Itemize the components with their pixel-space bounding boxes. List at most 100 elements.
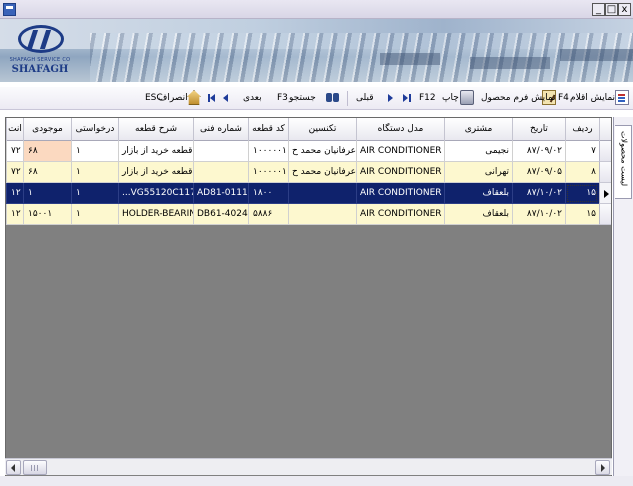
column-header-date[interactable]: تاریخ [512,118,565,141]
column-header-part-code[interactable]: کد قطعه [248,118,288,141]
cell-part-code[interactable]: ۱۰۰۰۰۰۱ [248,162,288,183]
table-row[interactable]: ۸ ۸۷/۰۹/۰۵ تهرانی AIR CONDITIONER - ... … [6,162,611,183]
print-button[interactable]: چاپ [442,91,459,106]
column-header-technical-number[interactable]: شماره فنی [193,118,248,141]
header-banner: SHAFAGH SERVICE CO SHAFAGH [0,19,633,82]
column-header-requested[interactable]: درخواستی [71,118,118,141]
cell-technician[interactable] [288,204,356,225]
logo-subtext: SHAFAGH SERVICE CO [9,57,71,63]
cancel-home-icon[interactable] [187,90,201,105]
scroll-left-arrow-icon [11,464,15,472]
cell-technical-number[interactable]: DB61-40244A [193,204,248,225]
cell-requested[interactable]: ۱ [71,204,118,225]
print-shortcut: F12 [419,93,436,103]
app-icon[interactable] [3,3,16,16]
last-record-icon-bar [409,94,411,102]
cell-device-model[interactable]: AIR CONDITIONER - ... [356,162,444,183]
cell-technician[interactable]: عرفانیان محمد ح... [288,141,356,162]
scroll-thumb[interactable] [23,460,47,475]
row-header[interactable] [599,141,611,162]
column-header-device-model[interactable]: مدل دستگاه [356,118,444,141]
cell-technical-number[interactable] [193,141,248,162]
company-logo: SHAFAGH SERVICE CO SHAFAGH [4,22,76,78]
table-row[interactable]: ۱۵ ۸۷/۱۰/۰۲ بلعقاف AIR CONDITIONER - ...… [6,204,611,225]
column-header-partial[interactable]: انت [6,118,23,141]
print-icon[interactable] [460,90,474,105]
product-grid[interactable]: ردیف تاریخ مشتری مدل دستگاه تکنسین کد قط… [5,117,612,486]
scroll-right-button[interactable] [595,460,610,475]
cell-requested[interactable]: ۱ [71,162,118,183]
cell-row-number[interactable]: ۷ [565,141,599,162]
column-header-part-description[interactable]: شرح قطعه [118,118,193,141]
tab-product-list-label: لیست محصولات [619,131,629,186]
cell-customer[interactable]: تهرانی [444,162,512,183]
cell-part-description[interactable]: ...VG55120C117040 [118,183,193,204]
title-bar: _ □ x [0,0,633,19]
cell-device-model[interactable]: AIR CONDITIONER - ... [356,141,444,162]
cell-device-model[interactable]: AIR CONDITIONER - ... [356,183,444,204]
cell-customer[interactable]: بلعقاف [444,204,512,225]
cell-partial[interactable]: ۷۲ ر [6,162,23,183]
cell-requested[interactable]: ۱ [71,183,118,204]
cell-date[interactable]: ۸۷/۰۹/۰۲ [512,141,565,162]
show-items-icon[interactable] [615,90,629,105]
horizontal-scrollbar[interactable] [5,458,612,475]
tab-product-list[interactable]: لیست محصولات [615,125,632,199]
search-button[interactable]: جستجو [289,91,316,106]
cell-requested[interactable]: ۱ [71,141,118,162]
cell-date[interactable]: ۸۷/۰۹/۰۵ [512,162,565,183]
cell-partial[interactable]: ۱۲ ر [6,183,23,204]
cell-stock[interactable]: ۱۵۰۰۱ [23,204,71,225]
row-header[interactable] [599,204,611,225]
row-header-current[interactable] [599,183,611,204]
cell-row-number[interactable]: ۸ [565,162,599,183]
banner-building-image [90,33,633,82]
cell-partial[interactable]: ۱۲ ر [6,204,23,225]
next-button[interactable]: بعدی [243,91,262,106]
cell-device-model[interactable]: AIR CONDITIONER - ... [356,204,444,225]
cell-part-description[interactable]: قطعه خرید از بازار [118,162,193,183]
grid-header: ردیف تاریخ مشتری مدل دستگاه تکنسین کد قط… [6,118,611,141]
cell-customer[interactable]: نجیمی [444,141,512,162]
first-record-icon[interactable] [210,94,215,102]
table-row[interactable]: ۷ ۸۷/۰۹/۰۲ نجیمی AIR CONDITIONER - ... ع… [6,141,611,162]
column-header-technician[interactable]: تکنسین [288,118,356,141]
cell-part-description[interactable]: HOLDER-BEARING [118,204,193,225]
maximize-button[interactable]: □ [605,3,618,16]
column-header-customer[interactable]: مشتری [444,118,512,141]
previous-record-icon[interactable] [388,94,393,102]
previous-button[interactable]: قبلی [356,91,374,106]
table-row-selected[interactable]: ۱۵ ۸۷/۱۰/۰۲ بلعقاف AIR CONDITIONER - ...… [6,183,611,204]
logo-name: SHAFAGH [11,64,69,75]
close-button[interactable]: x [618,3,631,16]
cell-part-code[interactable]: ۵۸۸۶ [248,204,288,225]
cell-date[interactable]: ۸۷/۱۰/۰۲ [512,204,565,225]
last-record-icon[interactable] [403,94,408,102]
cell-part-code[interactable]: ۱۰۰۰۰۰۱ [248,141,288,162]
toolbar-separator [347,91,348,106]
cell-stock[interactable]: ۱ [23,183,71,204]
scroll-left-button[interactable] [6,460,21,475]
column-header-stock[interactable]: موجودی [23,118,71,141]
cell-part-description[interactable]: قطعه خرید از بازار [118,141,193,162]
cell-stock[interactable]: ۶۸ [23,141,71,162]
banner-window-band [380,53,440,65]
search-binoculars-icon[interactable] [325,90,341,105]
cell-technical-number[interactable] [193,162,248,183]
minimize-button[interactable]: _ [592,3,605,16]
cell-technician[interactable] [288,183,356,204]
column-header-row-number[interactable]: ردیف [565,118,599,141]
cell-partial[interactable]: ۷۲ ر [6,141,23,162]
next-record-icon[interactable] [223,94,228,102]
cell-row-number[interactable]: ۱۵ [565,204,599,225]
show-product-form-button[interactable]: نمایش فرم محصول [481,91,556,106]
cell-technical-number[interactable]: AD81-01115A [193,183,248,204]
show-items-button[interactable]: نمایش اقلام [570,91,615,106]
cell-technician[interactable]: عرفانیان محمد ح... [288,162,356,183]
cell-date[interactable]: ۸۷/۱۰/۰۲ [512,183,565,204]
row-header[interactable] [599,162,611,183]
cell-customer[interactable]: بلعقاف [444,183,512,204]
cell-part-code[interactable]: ۱۸۰۰ [248,183,288,204]
cell-stock[interactable]: ۶۸ [23,162,71,183]
cell-row-number[interactable]: ۱۵ [565,183,599,204]
